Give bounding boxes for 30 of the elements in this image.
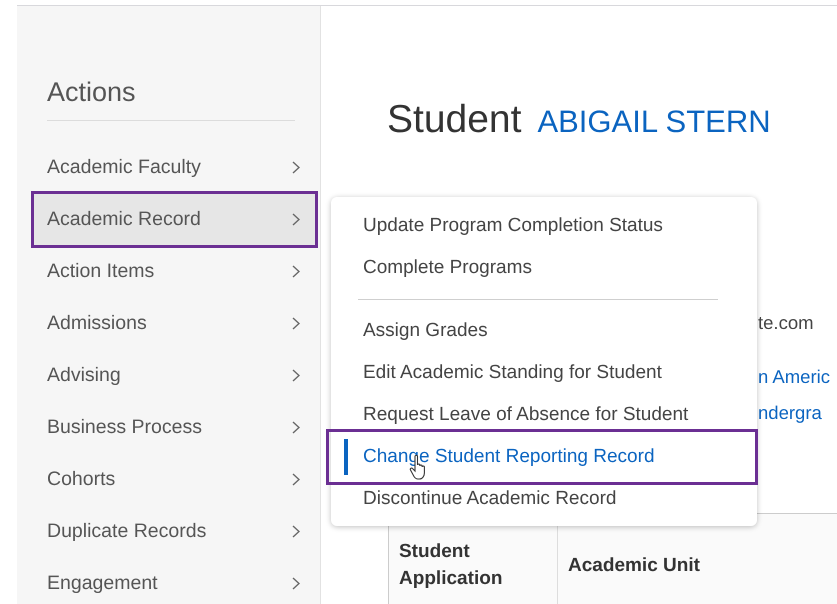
sidebar-item[interactable]: Cohorts <box>31 453 318 505</box>
student-name-link[interactable]: ABIGAIL STERN <box>537 104 771 140</box>
sidebar-item[interactable]: Duplicate Records <box>31 505 318 557</box>
chevron-right-icon <box>292 368 300 382</box>
chevron-right-icon <box>292 212 300 226</box>
sidebar-item[interactable]: Engagement <box>31 557 318 604</box>
menu-item[interactable]: Complete Programs <box>331 247 757 289</box>
chevron-right-icon <box>292 472 300 486</box>
sidebar-title: Actions <box>47 74 295 121</box>
chevron-right-icon <box>292 264 300 278</box>
chevron-right-icon <box>292 420 300 434</box>
detail-text: te.com <box>758 313 815 333</box>
menu-item[interactable]: Update Program Completion Status <box>331 205 757 247</box>
sidebar-item[interactable]: Academic Faculty <box>31 141 318 193</box>
sidebar-item[interactable]: Action Items <box>31 245 318 297</box>
sidebar-item[interactable]: Admissions <box>31 297 318 349</box>
page-title: Student <box>387 98 522 142</box>
sidebar-item[interactable]: Advising <box>31 349 318 401</box>
sidebar-item[interactable]: Business Process <box>31 401 318 453</box>
chevron-right-icon <box>292 524 300 538</box>
menu-item[interactable]: Edit Academic Standing for Student <box>331 352 757 394</box>
sidebar-item[interactable]: Academic Record <box>31 193 318 245</box>
detail-link[interactable]: n Americ <box>758 367 830 387</box>
menu-item[interactable]: Assign Grades <box>331 310 757 352</box>
detail-link[interactable]: ndergra <box>758 403 830 423</box>
column-header: Academic Unit <box>567 554 701 578</box>
chevron-right-icon <box>292 160 300 174</box>
chevron-right-icon <box>292 316 300 330</box>
menu-item[interactable]: Request Leave of Absence for Student <box>331 394 757 436</box>
chevron-right-icon <box>292 576 300 590</box>
